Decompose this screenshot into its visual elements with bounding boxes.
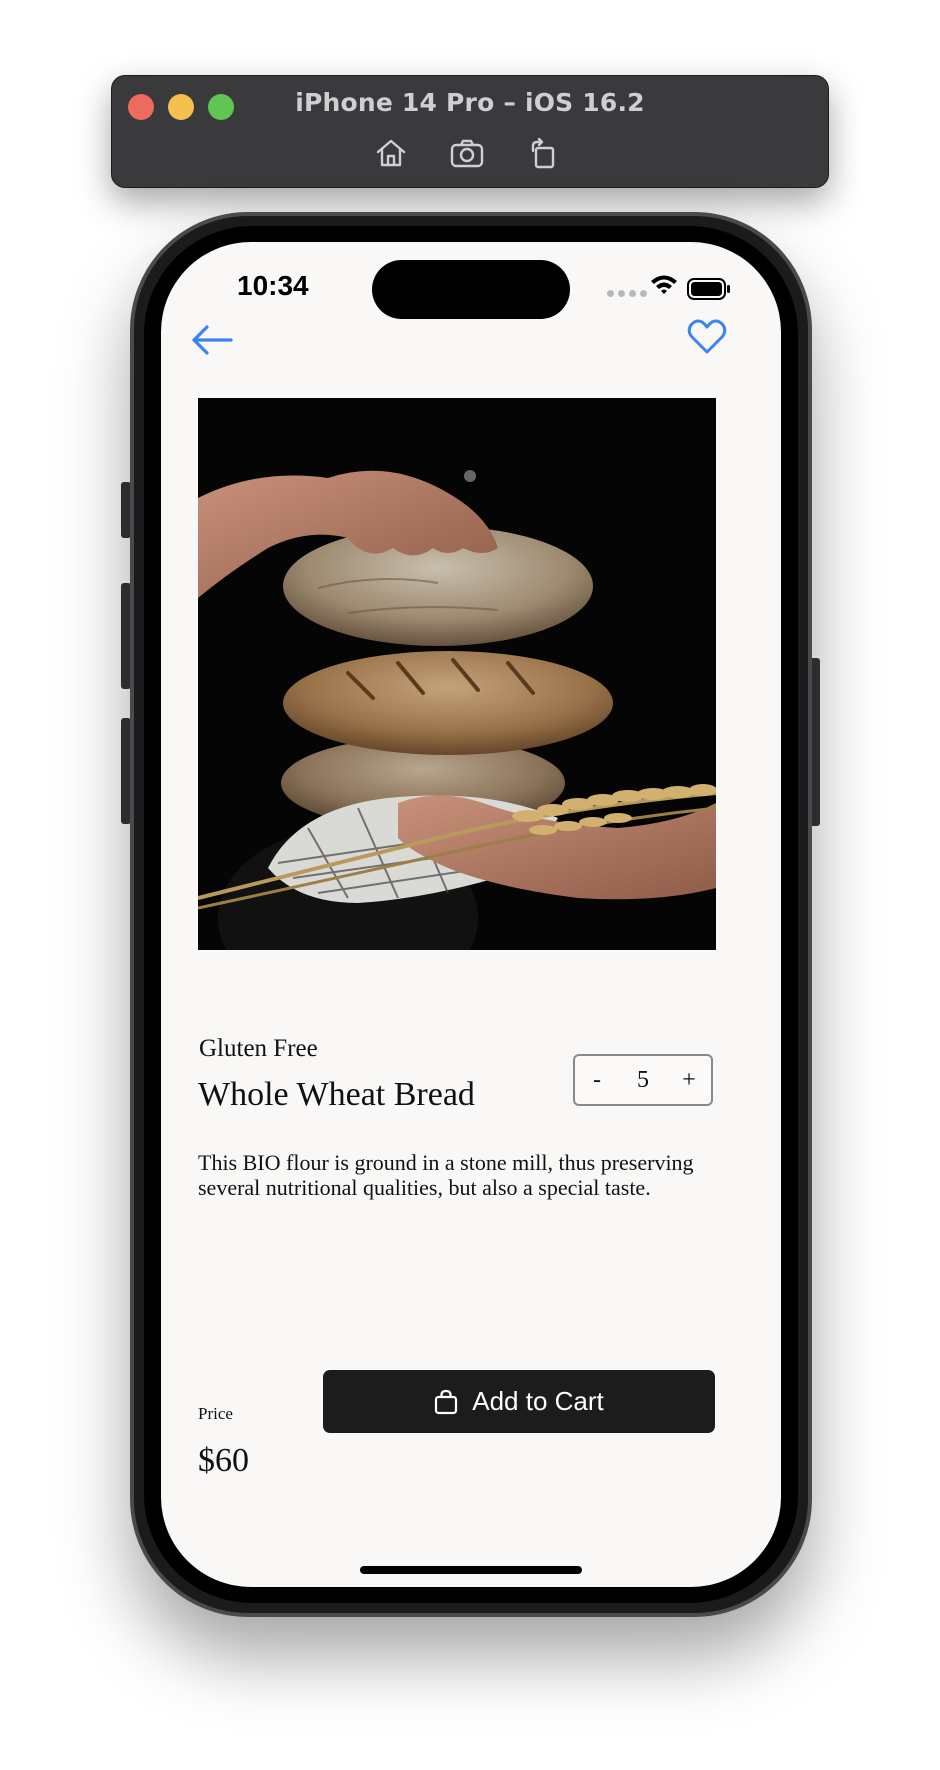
price-value: $60 [198,1442,249,1479]
simulator-title: iPhone 14 Pro – iOS 16.2 [295,88,645,117]
price-label: Price [198,1404,233,1423]
quantity-stepper: - 5 + [573,1054,713,1106]
simulator-stage: iPhone 14 Pro – iOS 16.2 10:34 Gluten Fr… [0,0,940,1770]
status-time: 10:34 [237,270,309,301]
dynamic-island [372,260,570,319]
quantity-value: 5 [637,1066,649,1093]
cellular-signal-icon [607,290,647,297]
add-to-cart-button[interactable]: Add to Cart [323,1370,715,1433]
increment-button[interactable]: + [667,1056,711,1104]
product-description: This BIO flour is ground in a stone mill… [198,1150,694,1200]
add-to-cart-label: Add to Cart [472,1386,604,1416]
home-icon[interactable] [372,136,410,170]
simulator-titlebar: iPhone 14 Pro – iOS 16.2 [111,75,829,188]
app-screen: 10:34 Gluten Free Whole Wheat Bread - 5 … [161,242,781,1587]
rotate-icon[interactable] [524,136,562,170]
screenshot-icon[interactable] [448,136,486,170]
product-image [198,398,716,950]
wifi-icon [651,275,677,294]
decrement-button[interactable]: - [575,1056,619,1104]
product-title: Whole Wheat Bread [198,1076,475,1113]
product-subtitle: Gluten Free [199,1035,318,1062]
arrow-left-icon[interactable] [189,320,235,360]
bag-icon [435,1389,458,1414]
heart-icon[interactable] [686,317,728,357]
home-indicator[interactable] [360,1566,582,1574]
battery-icon [687,278,730,300]
